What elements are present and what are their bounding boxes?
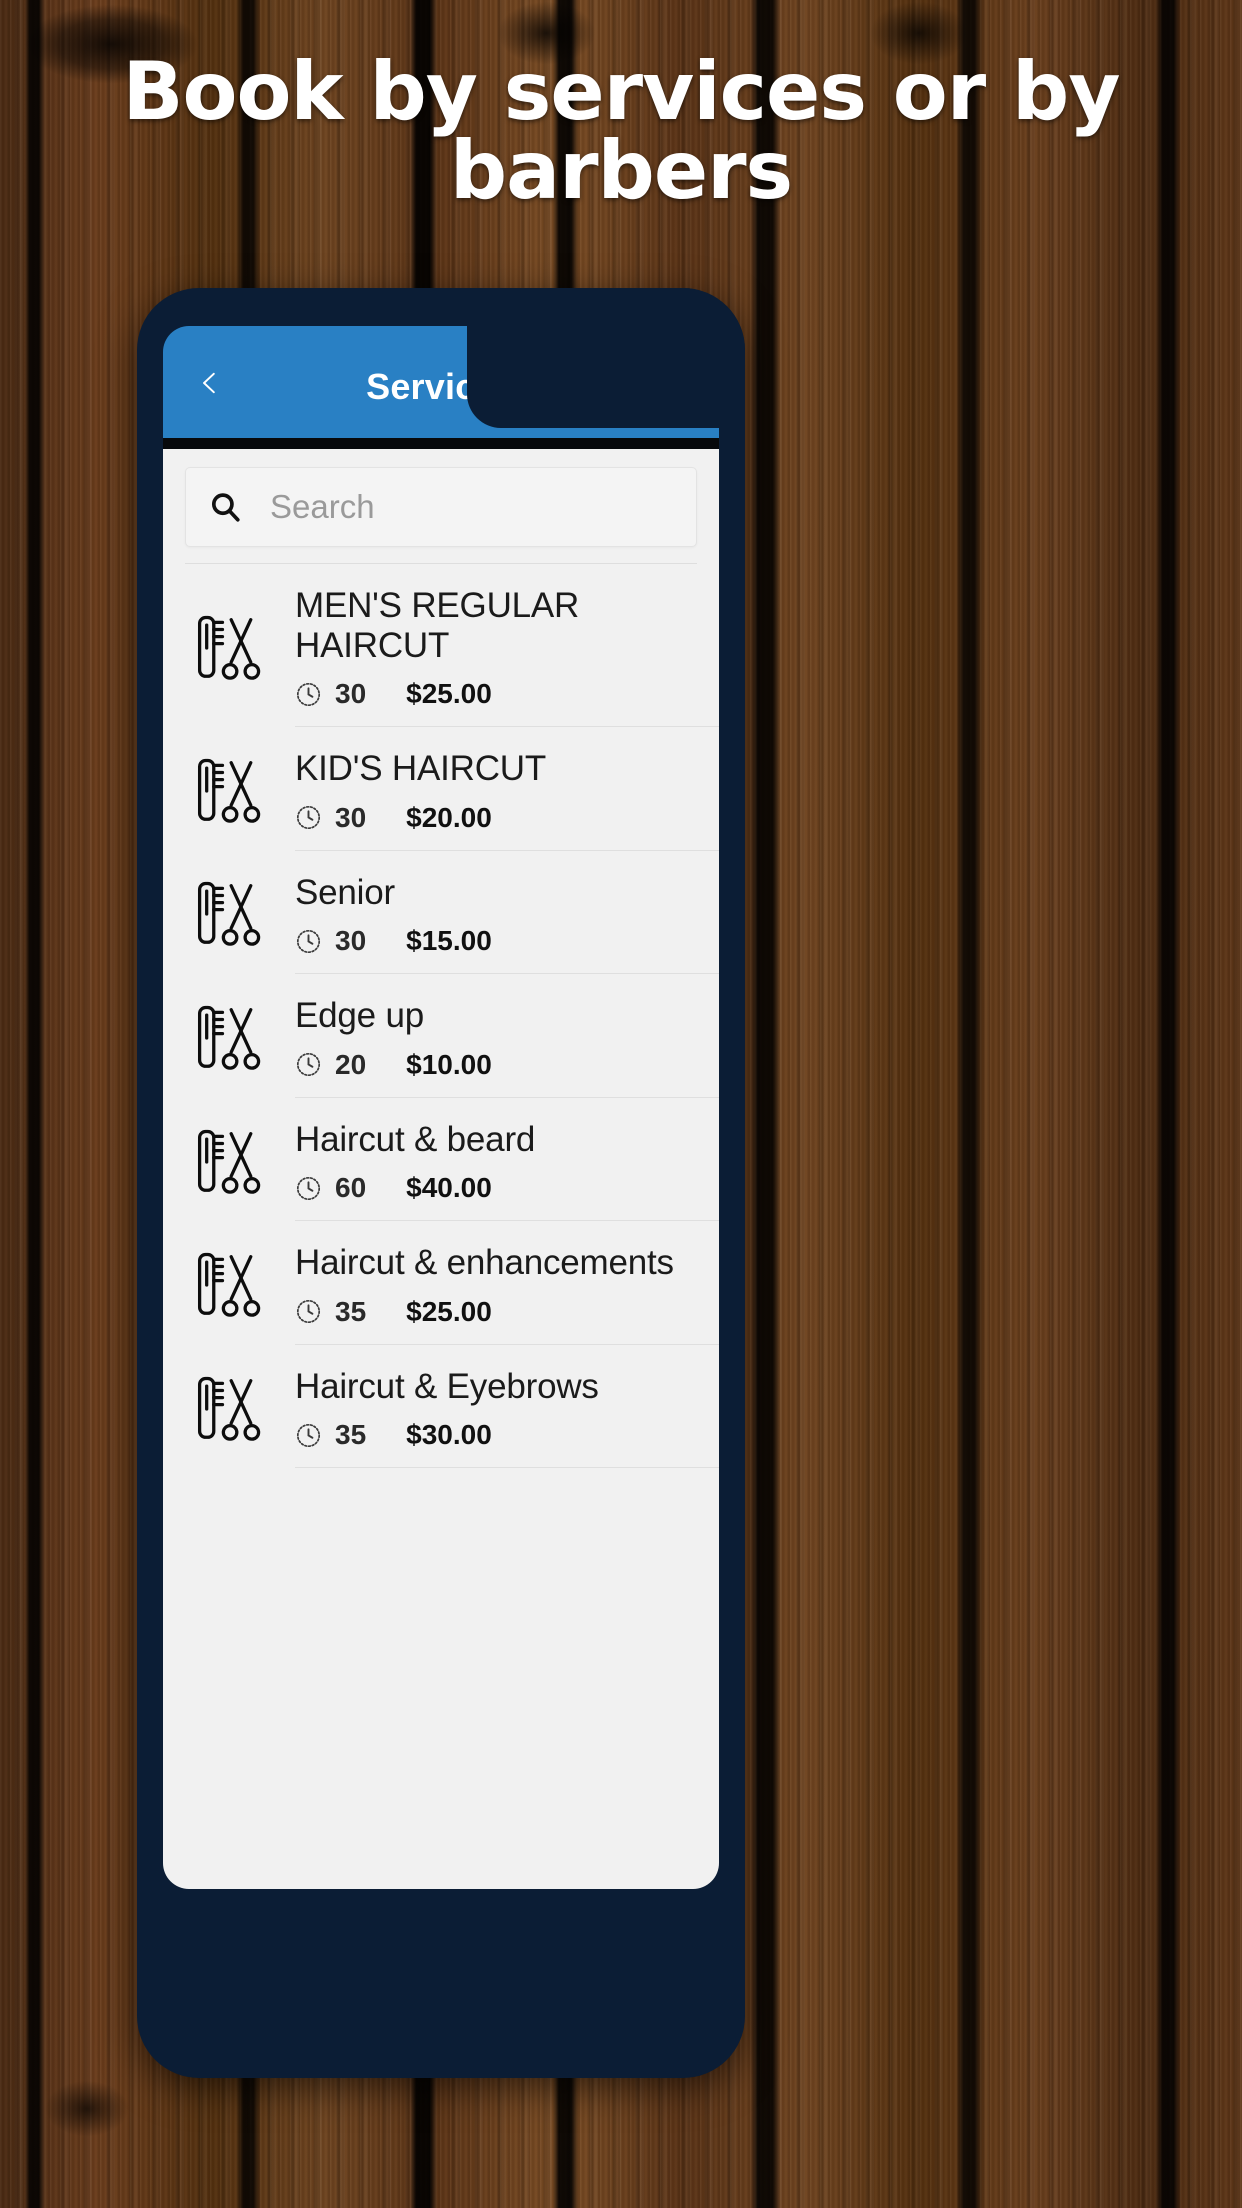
clock-icon bbox=[295, 804, 322, 831]
service-duration: 30 bbox=[335, 801, 367, 833]
clock-icon bbox=[295, 1298, 322, 1325]
service-price: $25.00 bbox=[406, 678, 492, 710]
service-meta: 20 $10.00 bbox=[295, 1049, 703, 1081]
service-details: Haircut & beard 60 $40.00 bbox=[295, 1098, 719, 1222]
service-list-item-6[interactable]: Haircut & Eyebrows 35 $30.00 bbox=[163, 1344, 719, 1469]
service-price: $15.00 bbox=[406, 925, 492, 957]
service-meta: 30 $25.00 bbox=[295, 678, 703, 710]
service-details: Haircut & Eyebrows 35 $30.00 bbox=[295, 1345, 719, 1469]
comb-and-scissors-icon bbox=[194, 1372, 264, 1446]
service-list-item-4[interactable]: Haircut & beard 60 $40.00 bbox=[163, 1097, 719, 1222]
service-price: $30.00 bbox=[406, 1419, 492, 1451]
comb-and-scissors-icon bbox=[194, 1248, 264, 1322]
service-duration: 30 bbox=[335, 678, 367, 710]
service-meta: 35 $30.00 bbox=[295, 1419, 703, 1451]
service-list-item-0[interactable]: MEN'S REGULAR HAIRCUT 30 $25.00 bbox=[163, 564, 719, 728]
service-name: MEN'S REGULAR HAIRCUT bbox=[295, 586, 580, 665]
search-icon bbox=[208, 490, 242, 524]
service-price: $40.00 bbox=[406, 1172, 492, 1204]
service-duration: 20 bbox=[335, 1048, 367, 1080]
screen-top-strip bbox=[163, 438, 719, 449]
service-details: MEN'S REGULAR HAIRCUT 30 $25.00 bbox=[295, 564, 719, 728]
clock-icon bbox=[295, 1175, 322, 1202]
search-bar[interactable] bbox=[185, 467, 697, 547]
comb-and-scissors-icon bbox=[194, 877, 264, 951]
service-meta: 30 $20.00 bbox=[295, 802, 703, 834]
service-name: Haircut & Eyebrows bbox=[295, 1366, 599, 1406]
services-list: MEN'S REGULAR HAIRCUT 30 $25.00 KID'S HA… bbox=[163, 564, 719, 1469]
service-icon-cell bbox=[163, 851, 295, 975]
clock-icon bbox=[295, 1422, 322, 1449]
service-details: Haircut & enhancements 35 $25.00 bbox=[295, 1221, 719, 1345]
service-name: Senior bbox=[295, 872, 395, 912]
promo-headline: Book by services or by barbers bbox=[122, 45, 1121, 218]
phone-mockup: Services Search MEN'S REGULAR HAIRCUT 30… bbox=[137, 288, 745, 2078]
clock-icon bbox=[295, 681, 322, 708]
service-details: KID'S HAIRCUT 30 $20.00 bbox=[295, 727, 719, 851]
service-name: Haircut & beard bbox=[295, 1119, 536, 1159]
comb-and-scissors-icon bbox=[194, 611, 264, 685]
service-icon-cell bbox=[163, 1098, 295, 1222]
search-section bbox=[163, 449, 719, 547]
service-meta: 35 $25.00 bbox=[295, 1296, 703, 1328]
service-duration: 60 bbox=[335, 1172, 367, 1204]
service-name: Haircut & enhancements bbox=[295, 1243, 674, 1283]
service-list-item-2[interactable]: Senior 30 $15.00 bbox=[163, 850, 719, 975]
phone-notch bbox=[467, 288, 745, 428]
service-details: Senior 30 $15.00 bbox=[295, 851, 719, 975]
service-icon-cell bbox=[163, 727, 295, 851]
app-screen: MEN'S REGULAR HAIRCUT 30 $25.00 bbox=[163, 449, 719, 1889]
clock-icon bbox=[295, 1051, 322, 1078]
comb-and-scissors-icon bbox=[194, 1001, 264, 1075]
service-name: KID'S HAIRCUT bbox=[295, 749, 547, 789]
service-list-item-1[interactable]: KID'S HAIRCUT 30 $20.00 bbox=[163, 727, 719, 851]
search-input[interactable] bbox=[268, 487, 674, 527]
comb-and-scissors-icon bbox=[194, 1125, 264, 1199]
service-list-item-3[interactable]: Edge up 20 $10.00 bbox=[163, 974, 719, 1098]
service-duration: 35 bbox=[335, 1419, 367, 1451]
service-duration: 35 bbox=[335, 1295, 367, 1327]
service-meta: 30 $15.00 bbox=[295, 925, 703, 957]
service-price: $25.00 bbox=[406, 1295, 492, 1327]
service-duration: 30 bbox=[335, 925, 367, 957]
service-icon-cell bbox=[163, 1345, 295, 1469]
service-list-item-5[interactable]: Haircut & enhancements 35 $25.00 bbox=[163, 1221, 719, 1345]
service-icon-cell bbox=[163, 564, 295, 727]
service-price: $20.00 bbox=[406, 801, 492, 833]
service-icon-cell bbox=[163, 1221, 295, 1345]
service-details: Edge up 20 $10.00 bbox=[295, 974, 719, 1098]
service-name: Edge up bbox=[295, 996, 424, 1036]
service-price: $10.00 bbox=[406, 1048, 492, 1080]
service-icon-cell bbox=[163, 974, 295, 1098]
clock-icon bbox=[295, 928, 322, 955]
comb-and-scissors-icon bbox=[194, 754, 264, 828]
service-meta: 60 $40.00 bbox=[295, 1172, 703, 1204]
